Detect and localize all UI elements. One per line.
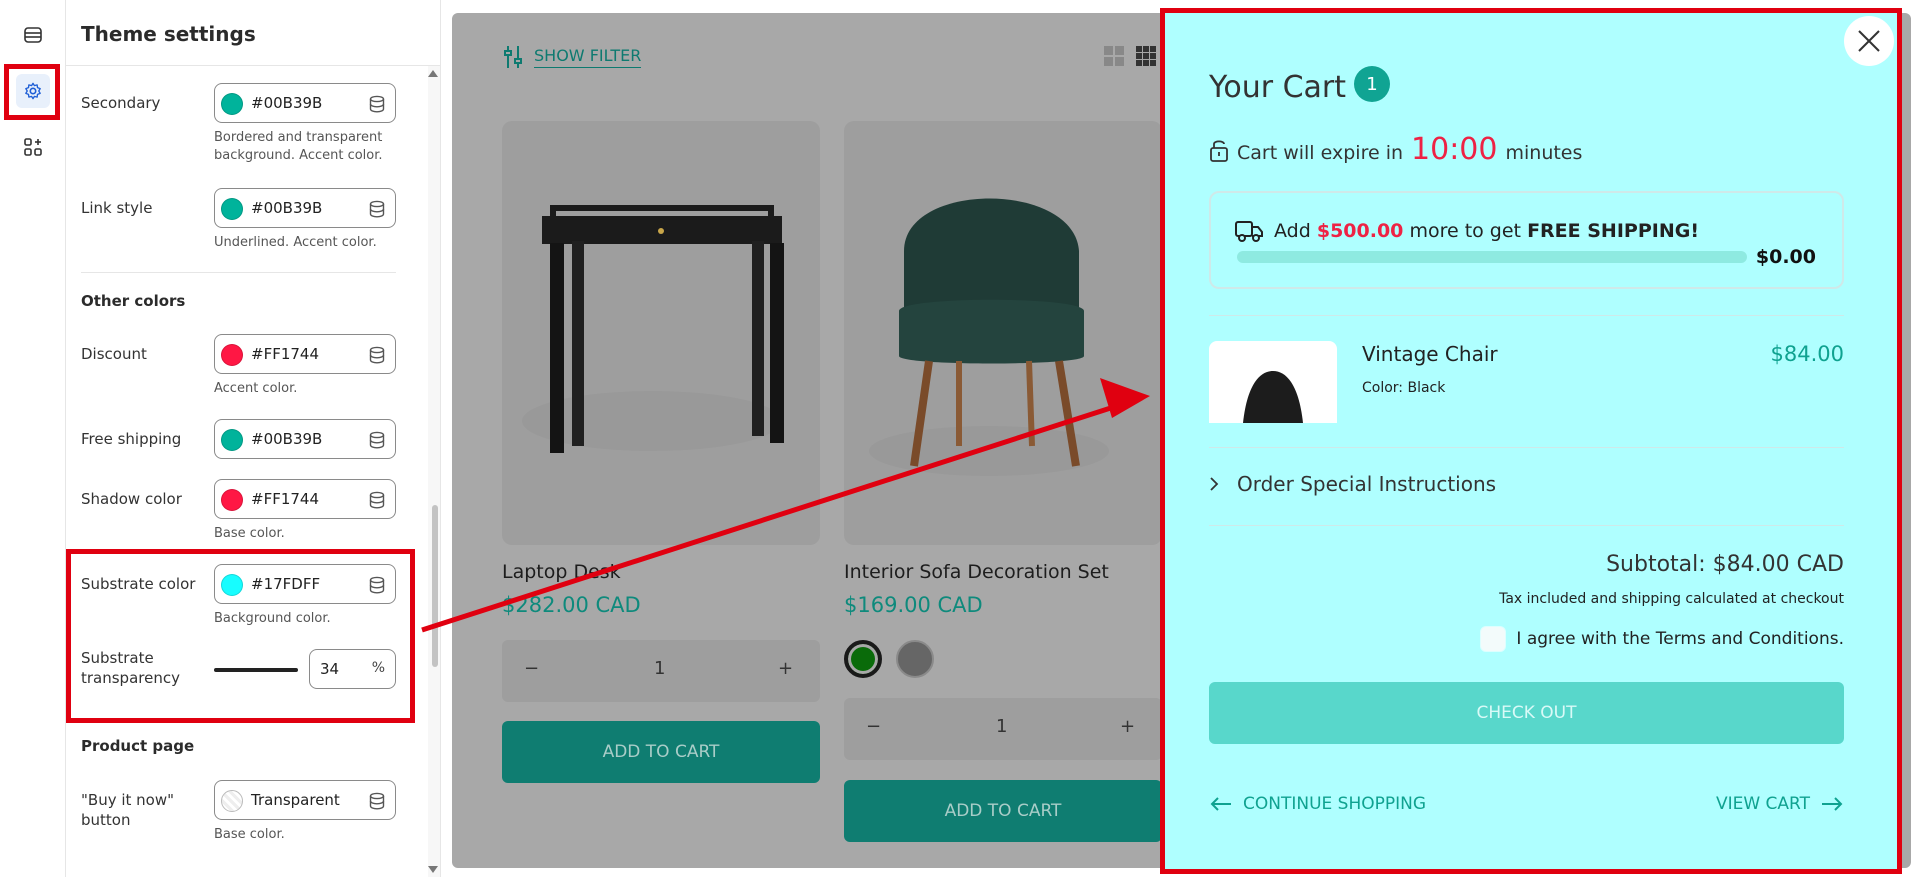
- annotation-arrow: [421, 378, 1150, 633]
- app-root: Theme settings Secondary #00B39B Bordere…: [0, 0, 1919, 877]
